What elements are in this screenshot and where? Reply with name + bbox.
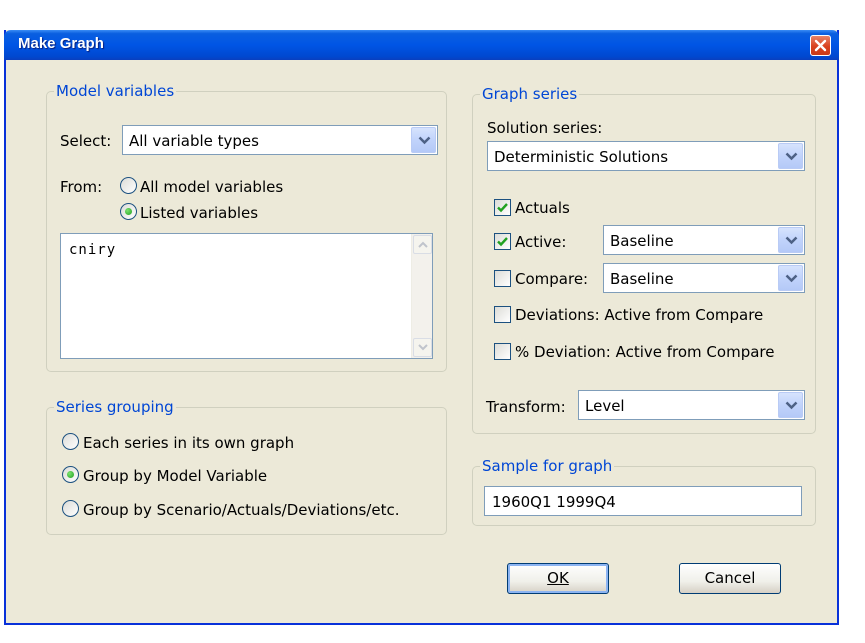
- variable-type-dropdown-button[interactable]: [411, 127, 436, 153]
- compare-scenario-value: Baseline: [610, 270, 674, 288]
- solution-series-value: Deterministic Solutions: [494, 148, 669, 166]
- variables-text: cniry: [69, 242, 117, 258]
- close-icon: [814, 39, 827, 52]
- transform-dropdown-button[interactable]: [778, 392, 803, 418]
- title-bar[interactable]: Make Graph: [4, 30, 839, 60]
- all-model-variables-label[interactable]: All model variables: [140, 178, 283, 196]
- all-model-variables-radio[interactable]: [120, 177, 137, 194]
- model-variables-legend: Model variables: [56, 82, 175, 100]
- variables-scrollbar[interactable]: [411, 234, 432, 358]
- series-grouping-legend: Series grouping: [56, 398, 174, 416]
- solution-series-dropdown-button[interactable]: [778, 143, 803, 169]
- graph-series-group: Graph series: [472, 85, 816, 434]
- window-title: Make Graph: [18, 35, 104, 52]
- actuals-label[interactable]: Actuals: [515, 199, 570, 217]
- checkmark-icon: [497, 237, 508, 247]
- select-label: Select:: [60, 132, 112, 150]
- variable-type-select[interactable]: All variable types: [122, 125, 438, 155]
- scroll-down-button[interactable]: [413, 338, 432, 357]
- active-scenario-value: Baseline: [610, 232, 674, 250]
- deviations-label[interactable]: Deviations: Active from Compare: [515, 306, 763, 324]
- from-label: From:: [60, 178, 103, 196]
- compare-checkbox[interactable]: [494, 270, 511, 287]
- scroll-down-icon: [418, 344, 428, 351]
- group-by-model-variable-label[interactable]: Group by Model Variable: [83, 467, 267, 485]
- deviations-checkbox[interactable]: [494, 306, 511, 323]
- listed-variables-radio[interactable]: [120, 203, 137, 220]
- chevron-down-icon: [785, 401, 798, 410]
- sample-input[interactable]: 1960Q1 1999Q4: [484, 486, 802, 516]
- group-by-scenario-radio[interactable]: [62, 500, 79, 517]
- active-scenario-dropdown-button[interactable]: [778, 227, 803, 253]
- transform-label: Transform:: [486, 398, 566, 416]
- checkmark-icon: [497, 203, 508, 213]
- scroll-up-button[interactable]: [413, 235, 432, 254]
- transform-value: Level: [585, 397, 625, 415]
- solution-series-select[interactable]: Deterministic Solutions: [487, 141, 805, 171]
- active-label[interactable]: Active:: [515, 233, 566, 251]
- group-by-scenario-label[interactable]: Group by Scenario/Actuals/Deviations/etc…: [83, 501, 399, 519]
- graph-series-legend: Graph series: [482, 85, 578, 103]
- actuals-checkbox[interactable]: [494, 199, 511, 216]
- listed-variables-label[interactable]: Listed variables: [140, 204, 258, 222]
- each-series-own-graph-label[interactable]: Each series in its own graph: [83, 434, 294, 452]
- sample-legend: Sample for graph: [482, 457, 613, 475]
- solution-series-label: Solution series:: [487, 119, 603, 137]
- group-by-model-variable-radio[interactable]: [62, 466, 79, 483]
- chevron-down-icon: [418, 136, 431, 145]
- compare-scenario-dropdown-button[interactable]: [778, 265, 803, 291]
- ok-button-label: OK: [547, 569, 569, 587]
- active-scenario-select[interactable]: Baseline: [603, 225, 805, 255]
- compare-scenario-select[interactable]: Baseline: [603, 263, 805, 293]
- variable-type-value: All variable types: [129, 132, 259, 150]
- sample-value: 1960Q1 1999Q4: [492, 493, 616, 511]
- cancel-button[interactable]: Cancel: [679, 563, 781, 594]
- cancel-button-label: Cancel: [704, 569, 756, 587]
- pct-deviation-label[interactable]: % Deviation: Active from Compare: [515, 343, 774, 361]
- scroll-up-icon: [418, 241, 428, 248]
- chevron-down-icon: [785, 236, 798, 245]
- ok-button[interactable]: OK: [507, 563, 609, 594]
- each-series-own-graph-radio[interactable]: [62, 433, 79, 450]
- chevron-down-icon: [785, 274, 798, 283]
- transform-select[interactable]: Level: [578, 390, 805, 420]
- pct-deviation-checkbox[interactable]: [494, 343, 511, 360]
- variables-textarea[interactable]: cniry: [60, 233, 433, 359]
- compare-label[interactable]: Compare:: [515, 270, 588, 288]
- chevron-down-icon: [785, 152, 798, 161]
- active-checkbox[interactable]: [494, 233, 511, 250]
- close-button[interactable]: [810, 35, 831, 56]
